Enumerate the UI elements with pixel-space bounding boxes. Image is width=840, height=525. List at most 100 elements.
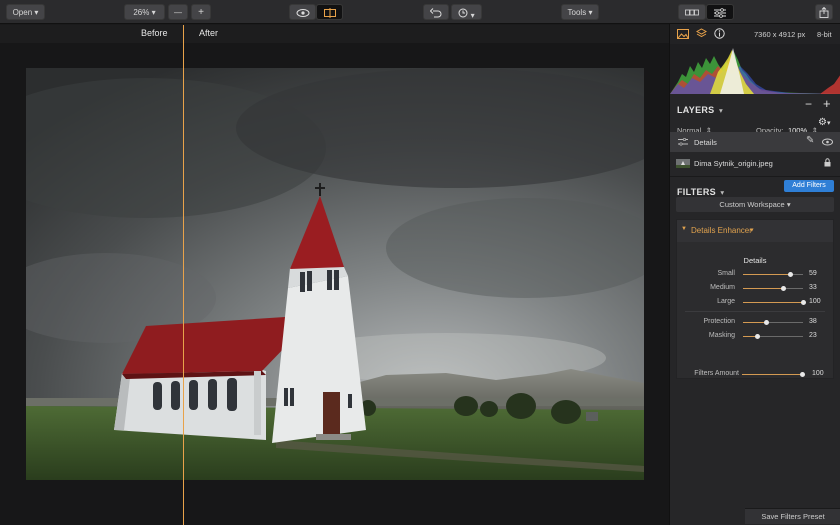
open-label: Open: [12, 8, 33, 17]
compare-label-bar: Before After: [0, 25, 669, 43]
slider-small[interactable]: Small 59: [677, 268, 833, 280]
slider-masking[interactable]: Masking 23: [677, 330, 833, 342]
divider: [685, 311, 825, 312]
slider-fill: [743, 288, 783, 289]
filter-card: ▼ Details Enhancer ▾ Details Small 59 Medi…: [676, 219, 834, 379]
share-button[interactable]: [815, 4, 833, 20]
slider-track[interactable]: [742, 372, 805, 377]
slider-protection[interactable]: Protection 38: [677, 316, 833, 328]
photo: [26, 68, 644, 480]
top-toolbar: Open ▾ 26% ▾ — + ▾ Tools ▾: [0, 0, 840, 24]
layer-row-details[interactable]: Details ✎: [670, 132, 840, 152]
slider-value: 59: [809, 270, 817, 277]
preview-button[interactable]: [289, 4, 316, 20]
compare-divider-handle[interactable]: [183, 25, 184, 525]
zoom-label: 26%: [133, 8, 150, 17]
tools-dropdown[interactable]: Tools ▾: [561, 4, 599, 20]
slider-track[interactable]: [743, 272, 803, 277]
bit-depth: 8-bit: [817, 30, 832, 39]
slider-knob[interactable]: [763, 320, 769, 325]
image-dimensions: 7360 x 4912 px: [754, 30, 806, 39]
slider-track[interactable]: [743, 300, 806, 305]
filters-title: FILTERS: [677, 187, 716, 197]
slider-value: 33: [809, 284, 817, 291]
lock-icon[interactable]: [824, 158, 831, 167]
layers-section-header[interactable]: LAYERS ▾: [677, 100, 723, 118]
filter-name: Details Enhancer: [691, 226, 752, 235]
slider-fill: [743, 322, 766, 323]
slider-label: Large: [717, 298, 735, 305]
slider-value: 38: [809, 318, 817, 325]
open-button[interactable]: Open ▾: [6, 4, 45, 20]
history-button[interactable]: ▾: [451, 4, 482, 20]
slider-value: 100: [812, 370, 824, 377]
chevron-down-icon: ▾: [720, 188, 725, 197]
church-photo-image: [26, 68, 644, 480]
minus-icon[interactable]: −: [805, 97, 812, 111]
divider: [670, 176, 840, 177]
add-filters-label: Add Filters: [792, 182, 826, 189]
slider-fill: [742, 374, 802, 375]
adjust-button[interactable]: [706, 4, 734, 20]
adjust-icon: [714, 8, 726, 18]
brush-icon[interactable]: ✎: [806, 135, 814, 146]
adjust-icon: [678, 138, 688, 146]
details-heading: Details: [743, 256, 767, 265]
grid-icon: [685, 9, 699, 16]
layer-row-original[interactable]: Dima Sytnik_origin.jpeg: [670, 153, 840, 173]
slider-fill: [743, 274, 791, 275]
collapse-triangle-icon[interactable]: ▼: [681, 226, 687, 232]
slider-track[interactable]: [743, 286, 803, 291]
compare-button[interactable]: [316, 4, 343, 20]
workspace-dropdown[interactable]: Custom Workspace ▾: [676, 197, 834, 212]
slider-large[interactable]: Large 100: [677, 296, 833, 308]
image-icon[interactable]: [677, 29, 689, 39]
slider-value: 23: [809, 332, 817, 339]
slider-knob[interactable]: [800, 372, 805, 377]
slider-knob[interactable]: [801, 300, 806, 305]
filters-amount-slider[interactable]: Filters Amount 100: [670, 368, 840, 380]
info-icon[interactable]: [714, 28, 725, 39]
image-canvas[interactable]: Before After: [0, 25, 669, 525]
slider-fill: [743, 302, 803, 303]
slider-knob[interactable]: [754, 334, 760, 339]
history-icon: [458, 8, 468, 18]
chevron-down-icon: ▾: [718, 106, 723, 115]
eye-icon[interactable]: [822, 138, 833, 146]
plus-icon[interactable]: +: [823, 96, 831, 111]
chevron-down-icon: ▾: [750, 227, 754, 234]
layer-name: Details: [694, 138, 717, 147]
slider-track[interactable]: [743, 320, 803, 325]
share-icon: [819, 6, 829, 18]
right-panel: 7360 x 4912 px 8-bit LAYERS ▾ − + Normal…: [669, 24, 840, 525]
slider-knob[interactable]: [788, 272, 794, 277]
layers-title: LAYERS: [677, 105, 715, 115]
workspace-label: Custom Workspace: [719, 200, 785, 209]
chevron-down-icon: ▾: [470, 11, 475, 20]
before-label: Before: [141, 28, 168, 38]
zoom-in-button[interactable]: +: [191, 4, 211, 20]
slider-track[interactable]: [743, 334, 803, 339]
slider-knob[interactable]: [780, 286, 786, 291]
tools-label: Tools: [567, 8, 587, 17]
save-filters-preset-button[interactable]: Save Filters Preset: [745, 508, 840, 524]
zoom-out-button[interactable]: —: [168, 4, 188, 20]
chevron-down-icon: ▾: [786, 200, 791, 209]
layers-icon[interactable]: [696, 28, 707, 39]
undo-icon: [429, 8, 442, 18]
slider-label: Masking: [708, 332, 735, 339]
chevron-down-icon: ▾: [588, 8, 593, 17]
slider-medium[interactable]: Medium 33: [677, 282, 833, 294]
zoom-in-label: +: [198, 7, 204, 18]
filter-card-header[interactable]: ▼ Details Enhancer ▾: [677, 220, 833, 242]
slider-label: Filters Amount: [694, 370, 739, 377]
gear-icon[interactable]: ⚙▾: [818, 117, 830, 128]
add-filters-button[interactable]: Add Filters: [784, 180, 834, 192]
presets-button[interactable]: [678, 4, 706, 20]
after-label: After: [199, 28, 219, 38]
zoom-dropdown[interactable]: 26% ▾: [124, 4, 165, 20]
compare-icon: [323, 8, 336, 18]
slider-value: 100: [809, 298, 821, 305]
undo-button[interactable]: [423, 4, 449, 20]
slider-label: Medium: [710, 284, 735, 291]
